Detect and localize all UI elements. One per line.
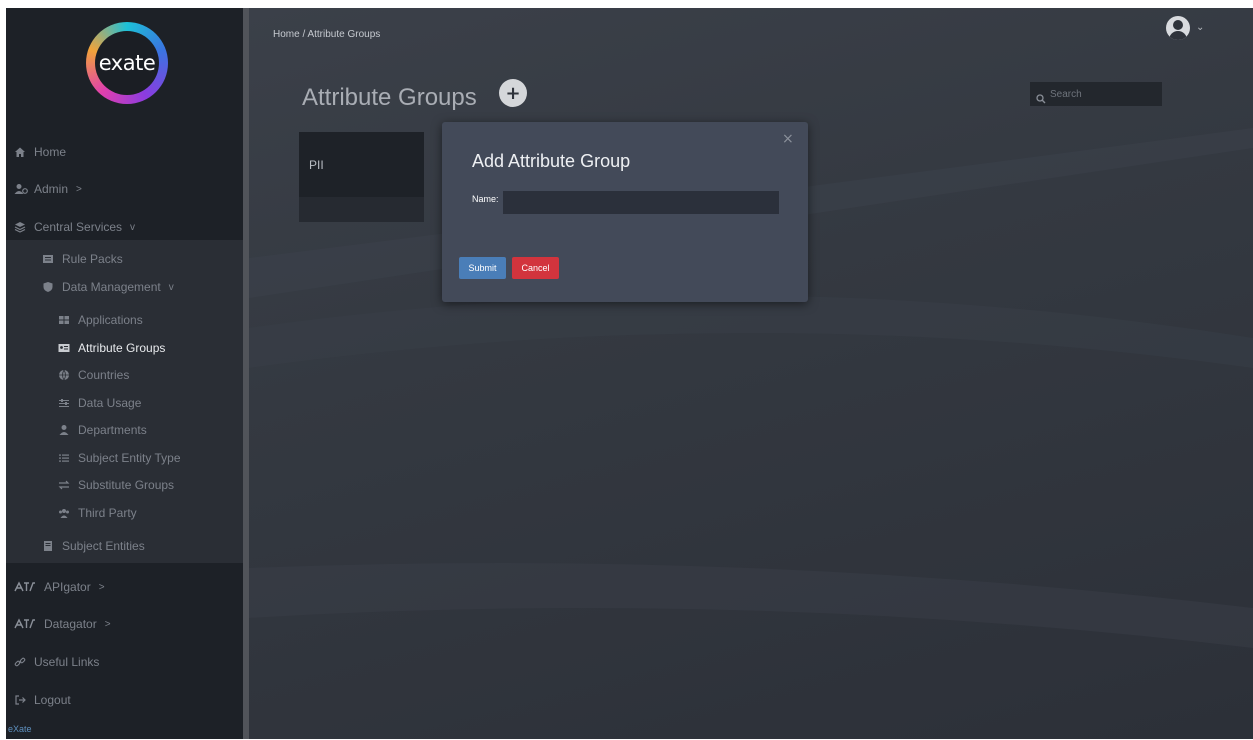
attribute-group-card[interactable]: PII: [299, 132, 424, 222]
sidebar-item-label: Attribute Groups: [78, 341, 166, 355]
sidebar-item-label: Useful Links: [34, 655, 100, 669]
chevron-right-icon: >: [104, 618, 111, 630]
avatar[interactable]: [1166, 16, 1190, 40]
close-icon[interactable]: ×: [782, 131, 794, 147]
apigator-logo-icon: [14, 581, 36, 593]
search-box[interactable]: [1030, 82, 1162, 106]
chevron-right-icon: >: [98, 581, 105, 593]
exate-logo[interactable]: exate: [86, 22, 168, 104]
chevron-down-icon: v: [130, 221, 136, 233]
sidebar-item-label: Datagator: [44, 617, 97, 631]
exchange-icon: [58, 479, 70, 491]
book-icon: [42, 540, 54, 552]
sidebar-item-logout[interactable]: Logout: [6, 687, 251, 713]
background-waves: [249, 128, 1253, 648]
sidebar-footer-link[interactable]: eXate: [8, 724, 32, 734]
sidebar-item-label: Departments: [78, 423, 147, 437]
shield-icon: [42, 281, 54, 293]
sidebar-item-apigator[interactable]: APIgator >: [6, 574, 251, 600]
avatar-head: [1173, 20, 1183, 30]
logout-icon: [14, 694, 26, 706]
user-icon: [58, 424, 70, 436]
app-window: exate Home Admin > Central Services v Ru…: [6, 8, 1253, 739]
sliders-icon: [58, 397, 70, 409]
sidebar-item-label: APIgator: [44, 580, 91, 594]
sidebar-item-label: Subject Entities: [62, 539, 145, 553]
sidebar-item-label: Substitute Groups: [78, 478, 175, 492]
name-label: Name:: [472, 194, 499, 204]
submit-button[interactable]: Submit: [459, 257, 506, 279]
add-attribute-group-button[interactable]: +: [499, 79, 527, 107]
sidebar-item-label: Subject Entity Type: [78, 451, 181, 465]
list-icon: [58, 452, 70, 464]
sidebar-item-label: Applications: [78, 313, 143, 327]
sidebar: exate Home Admin > Central Services v Ru…: [6, 8, 243, 739]
card-footer: [299, 197, 424, 222]
main-content: [249, 8, 1253, 739]
sidebar-item-label: Countries: [78, 368, 130, 382]
sidebar-item-label: Data Management: [62, 280, 161, 294]
page-title: Attribute Groups: [302, 84, 477, 111]
sidebar-item-useful-links[interactable]: Useful Links: [6, 649, 251, 675]
sidebar-item-data-management[interactable]: Data Management v: [6, 274, 279, 300]
logo-text: exate: [98, 51, 156, 75]
home-icon: [14, 146, 26, 158]
chevron-down-icon: v: [168, 281, 174, 293]
globe-icon: [58, 369, 70, 381]
modal-title: Add Attribute Group: [472, 151, 631, 171]
sidebar-item-central-services[interactable]: Central Services v: [6, 214, 251, 240]
sidebar-item-label: Logout: [34, 693, 71, 707]
rule-packs-icon: [42, 253, 54, 265]
grid-icon: [58, 314, 70, 326]
search-icon: [1036, 89, 1046, 104]
avatar-body: [1169, 31, 1187, 40]
sidebar-item-subject-entities[interactable]: Subject Entities: [6, 533, 279, 559]
sidebar-item-label: Admin: [34, 182, 69, 196]
name-field[interactable]: [503, 191, 779, 214]
sidebar-item-admin[interactable]: Admin >: [6, 176, 251, 202]
sidebar-item-label: Data Usage: [78, 396, 142, 410]
sidebar-item-home[interactable]: Home: [6, 139, 251, 165]
breadcrumb[interactable]: Home / Attribute Groups: [273, 29, 380, 40]
layers-icon: [14, 221, 26, 233]
sidebar-item-datagator[interactable]: Datagator >: [6, 611, 251, 637]
group-icon: [58, 507, 70, 519]
cancel-button[interactable]: Cancel: [512, 257, 559, 279]
sidebar-item-label: Third Party: [78, 506, 137, 520]
sidebar-item-label: Central Services: [34, 220, 123, 234]
chevron-down-icon[interactable]: ⌄: [1196, 22, 1204, 33]
sidebar-item-label: Rule Packs: [62, 252, 123, 266]
add-attribute-group-modal: Add Attribute Group × Name: Submit Cance…: [442, 122, 808, 302]
sidebar-item-label: Home: [34, 145, 67, 159]
id-card-icon: [58, 342, 70, 354]
datagator-logo-icon: [14, 618, 36, 630]
sidebar-item-rule-packs[interactable]: Rule Packs: [6, 246, 279, 272]
chevron-right-icon: >: [76, 183, 82, 195]
card-label: PII: [309, 158, 324, 172]
search-input[interactable]: [1050, 88, 1160, 100]
users-icon: [14, 183, 28, 195]
link-icon: [14, 656, 26, 668]
